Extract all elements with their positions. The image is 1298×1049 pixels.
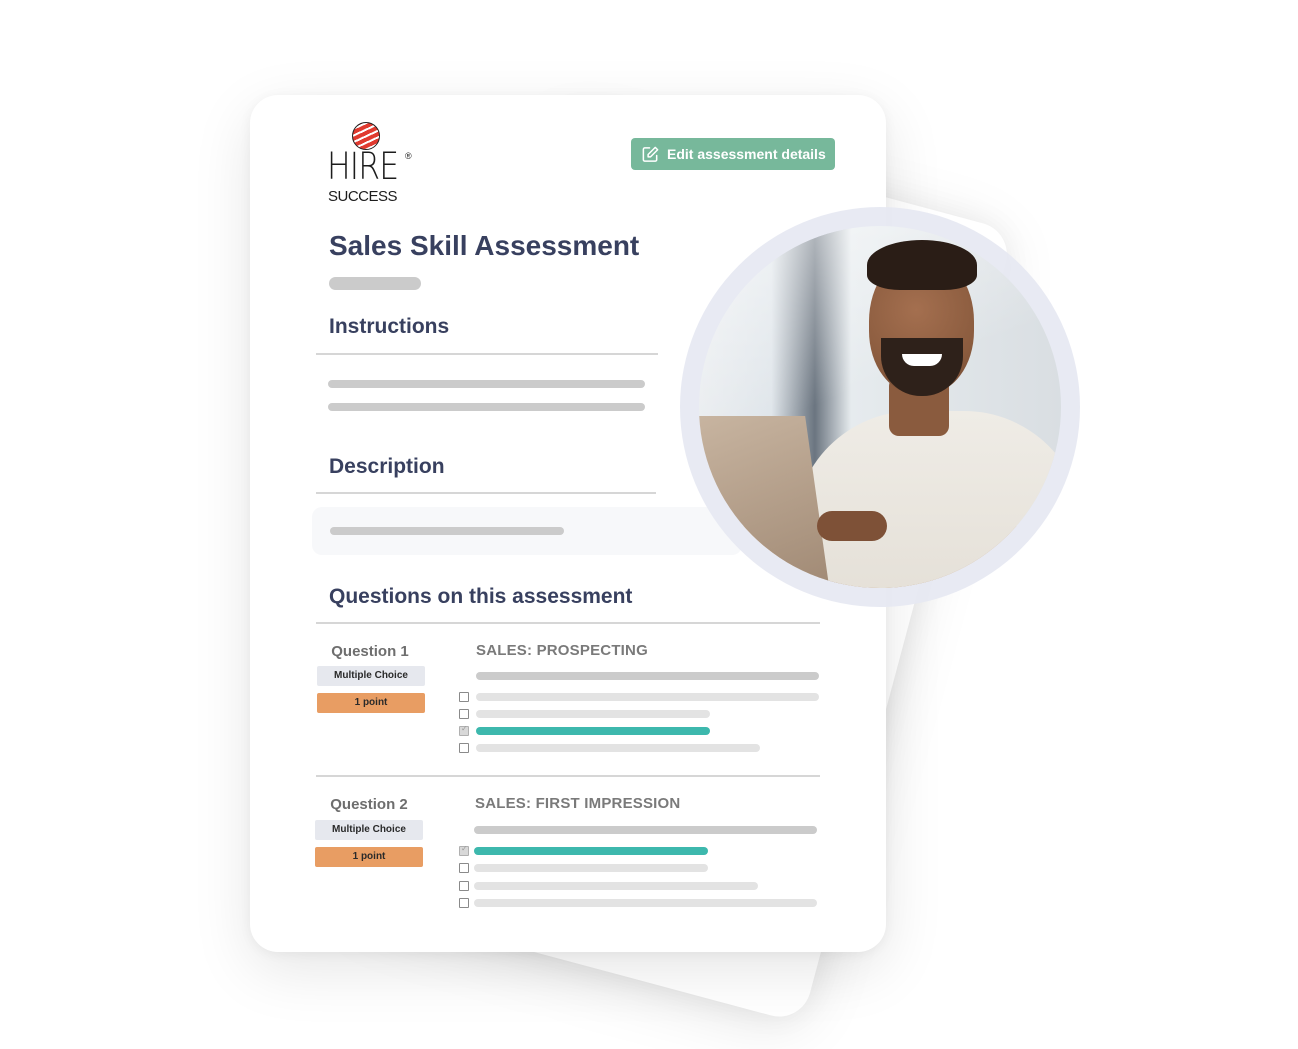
title-subtitle-placeholder — [329, 277, 421, 290]
description-heading: Description — [329, 455, 445, 478]
questions-divider — [316, 622, 820, 624]
answer-option-placeholder — [476, 710, 710, 718]
answer-checkbox[interactable] — [459, 692, 469, 702]
question-type-badge: Multiple Choice — [317, 666, 425, 686]
question-text-placeholder — [474, 826, 817, 834]
question-type-badge: Multiple Choice — [315, 820, 423, 840]
question-text-placeholder — [476, 672, 819, 680]
instructions-heading: Instructions — [329, 315, 450, 338]
photo-hand — [817, 511, 887, 541]
page-title: Sales Skill Assessment — [329, 230, 640, 261]
photo-smile — [902, 354, 942, 366]
photo-hair — [867, 240, 977, 290]
edit-button-label: Edit assessment details — [667, 146, 826, 162]
candidate-photo — [699, 226, 1061, 588]
answer-option-placeholder — [474, 882, 758, 890]
hire-success-logo: HIRE ® SUCCESS — [327, 121, 417, 206]
instructions-divider — [316, 353, 658, 355]
instructions-text-placeholder — [328, 380, 645, 388]
answer-checkbox-checked[interactable] — [459, 844, 469, 856]
answer-checkbox[interactable] — [459, 709, 469, 719]
correct-answer-highlight — [474, 847, 708, 855]
questions-heading: Questions on this assessment — [329, 585, 633, 608]
answer-option-placeholder — [474, 864, 708, 872]
question-points-badge: 1 point — [317, 693, 425, 713]
logo-registered-mark: ® — [405, 151, 412, 161]
question-category: SALES: FIRST IMPRESSION — [475, 795, 681, 812]
question-category: SALES: PROSPECTING — [476, 642, 648, 659]
description-field[interactable] — [312, 507, 742, 555]
description-text-placeholder — [330, 527, 564, 535]
answer-option-placeholder — [476, 693, 819, 701]
instructions-text-placeholder — [328, 403, 645, 411]
answer-checkbox[interactable] — [459, 898, 469, 908]
logo-subtitle: SUCCESS — [328, 188, 398, 205]
correct-answer-highlight — [476, 727, 710, 735]
question-divider — [316, 775, 820, 777]
logo-wordmark: HIRE — [327, 145, 399, 188]
edit-assessment-details-button[interactable]: Edit assessment details — [631, 138, 835, 170]
answer-checkbox[interactable] — [459, 881, 469, 891]
answer-option-placeholder — [474, 899, 817, 907]
edit-icon — [642, 146, 659, 162]
question-number: Question 2 — [330, 796, 408, 813]
answer-option-placeholder — [476, 744, 760, 752]
answer-checkbox[interactable] — [459, 863, 469, 873]
answer-checkbox-checked[interactable] — [459, 724, 469, 736]
question-number: Question 1 — [331, 643, 409, 660]
answer-checkbox[interactable] — [459, 743, 469, 753]
description-divider — [316, 492, 656, 494]
question-points-badge: 1 point — [315, 847, 423, 867]
